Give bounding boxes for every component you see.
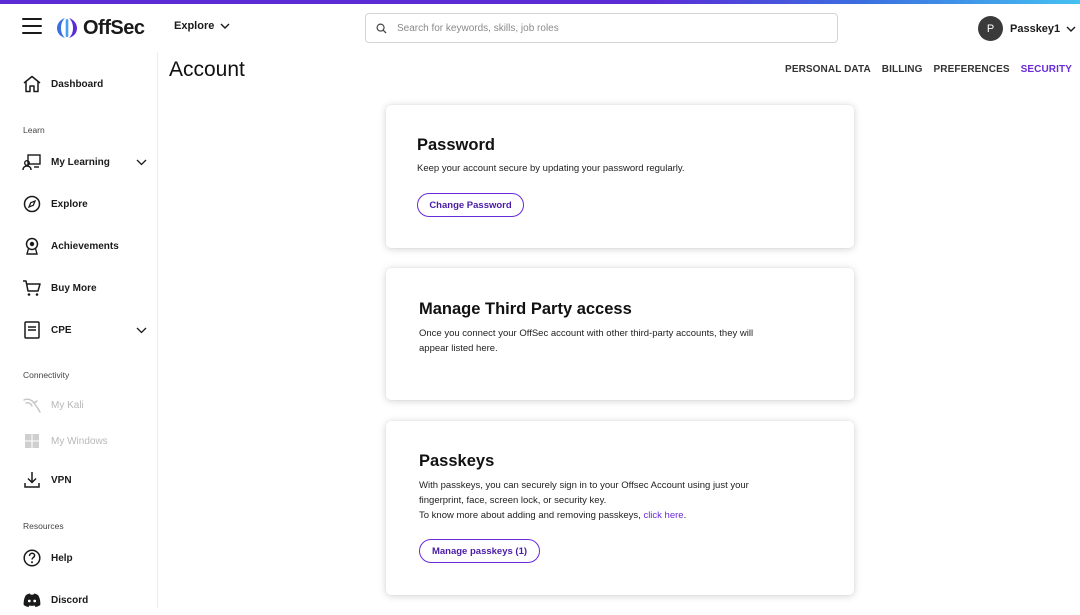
top-header: OffSec Explore P Passkey1 [0,4,1080,52]
cart-icon [22,278,42,298]
chevron-down-icon [220,23,230,29]
card-description-line-1: With passkeys, you can securely sign in … [419,480,749,491]
sidebar-item-label: Buy More [51,282,97,294]
sidebar-item-buy-more[interactable]: Buy More [0,273,158,303]
hamburger-menu-icon[interactable] [22,18,42,36]
sidebar-item-my-windows: My Windows [0,426,158,456]
learning-icon [22,152,42,172]
sidebar-item-cpe[interactable]: CPE [0,315,158,345]
password-card: Password Keep your account secure by upd… [386,105,854,248]
sidebar-item-my-kali: My Kali [0,390,158,420]
windows-icon [22,431,42,451]
card-description: Keep your account secure by updating you… [417,163,685,174]
sidebar-item-discord[interactable]: Discord [0,585,158,615]
card-title: Passkeys [419,452,495,470]
search-bar[interactable] [365,13,838,43]
search-input[interactable] [397,22,797,34]
card-title: Manage Third Party access [419,300,632,318]
sidebar-item-label: My Kali [51,399,84,411]
sidebar-item-label: Dashboard [51,78,104,90]
account-tabs: PERSONAL DATA BILLING PREFERENCES SECURI… [785,64,1072,75]
tab-billing[interactable]: BILLING [882,64,923,75]
chevron-down-icon[interactable] [136,159,147,166]
sidebar-item-label: Explore [51,198,88,210]
sidebar-item-my-learning[interactable]: My Learning [0,147,158,177]
offsec-logo-icon [56,16,78,40]
sidebar-item-label: Help [51,552,73,564]
passkeys-card: Passkeys With passkeys, you can securely… [386,421,854,595]
compass-icon [22,194,42,214]
logo-text: OffSec [83,16,145,39]
line-suffix: . [683,510,687,521]
section-label-connectivity: Connectivity [23,370,70,380]
sidebar-item-label: My Learning [51,156,110,168]
user-menu[interactable]: P Passkey1 [978,16,1076,41]
manage-passkeys-button[interactable]: Manage passkeys (1) [419,539,540,563]
chevron-down-icon[interactable] [136,327,147,334]
medal-icon [22,236,42,256]
document-icon [22,320,42,340]
card-description-line-3: To know more about adding and removing p… [419,508,686,523]
card-description-line-1: Once you connect your OffSec account wit… [419,328,754,339]
user-name: Passkey1 [1010,22,1061,35]
change-password-button[interactable]: Change Password [417,193,524,217]
page-title: Account [169,58,245,81]
sidebar-item-label: Achievements [51,240,119,252]
home-icon [22,74,42,94]
download-icon [22,470,42,490]
kali-dragon-icon [22,395,42,415]
help-icon [22,548,42,568]
card-description-line-2: appear listed here. [419,343,498,354]
sidebar-item-label: CPE [51,324,72,336]
click-here-link[interactable]: click here [643,510,683,521]
sidebar-item-dashboard[interactable]: Dashboard [0,69,158,99]
sidebar: Dashboard Learn My Learning Explore Achi… [0,52,158,608]
avatar: P [978,16,1003,41]
sidebar-item-achievements[interactable]: Achievements [0,231,158,261]
card-title: Password [417,136,495,154]
sidebar-item-explore[interactable]: Explore [0,189,158,219]
third-party-access-card: Manage Third Party access Once you conne… [386,268,854,400]
chevron-down-icon [1066,26,1076,32]
tab-preferences[interactable]: PREFERENCES [934,64,1010,75]
tab-personal-data[interactable]: PERSONAL DATA [785,64,871,75]
sidebar-item-label: Discord [51,594,89,606]
sidebar-item-vpn[interactable]: VPN [0,465,158,495]
offsec-logo[interactable]: OffSec [56,15,145,41]
line-prefix: To know more about adding and removing p… [419,510,644,521]
tab-security[interactable]: SECURITY [1021,64,1072,75]
sidebar-item-label: My Windows [51,435,108,447]
card-description-line-2: fingerprint, face, screen lock, or secur… [419,495,607,506]
explore-label: Explore [174,20,215,32]
discord-icon [22,590,42,610]
sidebar-item-help[interactable]: Help [0,543,158,573]
section-label-resources: Resources [23,521,64,531]
section-label-learn: Learn [23,125,45,135]
sidebar-item-label: VPN [51,474,72,486]
explore-dropdown[interactable]: Explore [174,20,230,32]
search-icon [376,23,387,34]
